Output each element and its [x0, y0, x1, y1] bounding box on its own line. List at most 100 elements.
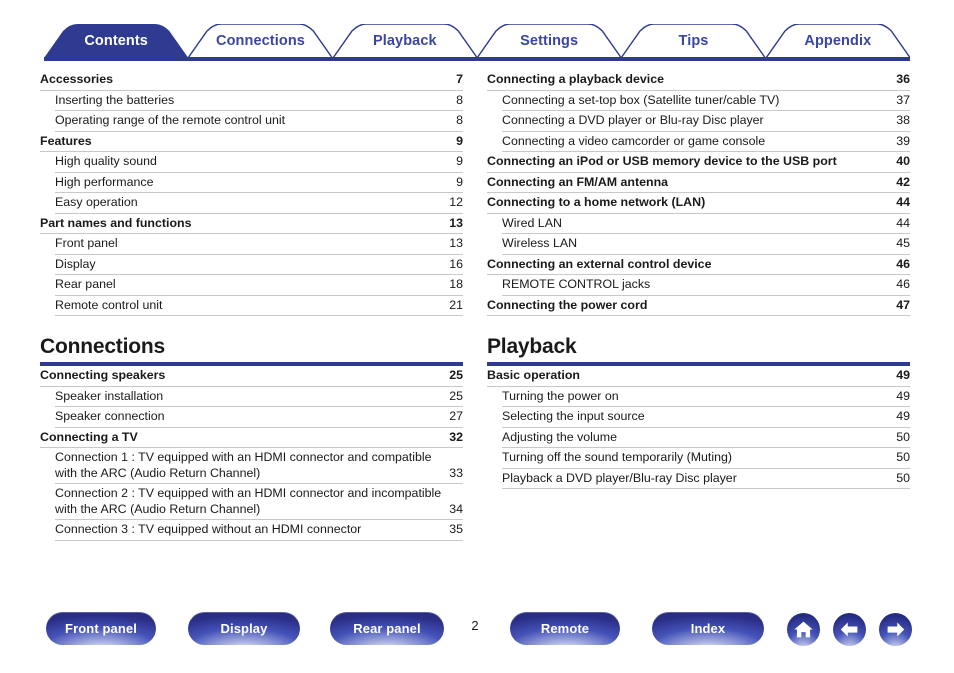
toc-row[interactable]: Connecting a TV 32	[40, 428, 463, 448]
toc-entry-title: Part names and functions	[40, 215, 192, 230]
toc-row[interactable]: Rear panel 18	[55, 275, 463, 296]
tab-settings[interactable]: Settings	[477, 24, 621, 58]
toc-entry-page: 13	[449, 215, 463, 230]
toc-entry-title: Features	[40, 133, 92, 148]
toc-entry-title: High quality sound	[55, 154, 157, 168]
tab-playback[interactable]: Playback	[332, 24, 477, 58]
toc-row[interactable]: Playback a DVD player/Blu-ray Disc playe…	[502, 469, 910, 489]
toc-entry-page: 13	[449, 236, 463, 250]
toc-entry-page: 36	[896, 72, 910, 86]
toc-entry-title: Basic operation	[487, 368, 580, 382]
toc-entry-page: 46	[896, 277, 910, 291]
toc-row[interactable]: Wireless LAN 45	[502, 234, 910, 255]
toc-entry-page: 25	[449, 388, 463, 403]
tab-connections[interactable]: Connections	[188, 24, 332, 58]
toc-row[interactable]: Wired LAN 44	[502, 214, 910, 234]
toc-row[interactable]: Connecting a set-top box (Satellite tune…	[502, 91, 910, 111]
toc-row[interactable]: Speaker installation 25	[55, 387, 463, 407]
remote-button-label: Remote	[540, 621, 590, 636]
index-button[interactable]: Index	[652, 612, 764, 645]
tab-label: Connections	[216, 33, 305, 49]
toc-row[interactable]: Connecting an FM/AM antenna 42	[487, 173, 910, 193]
tab-appendix[interactable]: Appendix	[765, 24, 910, 58]
tab-tips[interactable]: Tips	[621, 24, 765, 58]
toc-row[interactable]: Connecting the power cord 47	[487, 296, 910, 316]
toc-row[interactable]: Easy operation 12	[55, 193, 463, 214]
remote-button[interactable]: Remote	[510, 612, 620, 645]
toc-entry-title: Selecting the input source	[502, 409, 645, 423]
toc-entry-page: 45	[896, 236, 910, 250]
footer-navigation: 2 Front panel Display Rear panel Remote Inde…	[0, 612, 954, 673]
toc-row[interactable]: Turning the power on 49	[502, 387, 910, 407]
toc-entry-page: 38	[896, 113, 910, 127]
toc-row[interactable]: Part names and functions 13	[40, 214, 463, 234]
toc-row[interactable]: Operating range of the remote control un…	[55, 111, 463, 132]
toc-entry-title: Connecting a playback device	[487, 72, 664, 86]
toc-row[interactable]: Front panel 13	[55, 234, 463, 255]
toc-entry-title: Wireless LAN	[502, 236, 578, 250]
toc-row[interactable]: Selecting the input source 49	[502, 407, 910, 428]
toc-row[interactable]: Connection 1 : TV equipped with an HDMI …	[55, 448, 463, 484]
toc-row[interactable]: High quality sound 9	[55, 152, 463, 173]
arrow-left-button[interactable]	[833, 613, 866, 646]
tab-label: Settings	[520, 33, 579, 49]
toc-entry-page: 8	[456, 113, 463, 127]
toc-row[interactable]: High performance 9	[55, 173, 463, 193]
toc-row[interactable]: Accessories 7	[40, 70, 463, 91]
display-button[interactable]: Display	[188, 612, 300, 645]
toc-row[interactable]: Connecting a video camcorder or game con…	[502, 132, 910, 152]
toc-row[interactable]: Display 16	[55, 255, 463, 275]
toc-entry-title: Rear panel	[55, 277, 116, 291]
toc-row[interactable]: Basic operation 49	[487, 366, 910, 387]
index-button-label: Index	[690, 621, 726, 636]
toc-entry-title: Connecting a TV	[40, 429, 138, 444]
toc-row[interactable]: Features 9	[40, 132, 463, 152]
toc-row[interactable]: Connecting a DVD player or Blu-ray Disc …	[502, 111, 910, 132]
home-button[interactable]	[787, 613, 820, 646]
toc-group: Basic operation 49 Turning the power on 49 S…	[487, 366, 910, 489]
toc-row[interactable]: Remote control unit 21	[55, 296, 463, 316]
toc-row[interactable]: Connecting to a home network (LAN) 44	[487, 193, 910, 214]
toc-entry-page: 25	[449, 368, 463, 382]
toc-entry-title: Inserting the batteries	[55, 92, 175, 107]
toc-entry-title: Connecting a video camcorder or game con…	[502, 133, 766, 148]
toc-entry-title: Operating range of the remote control un…	[55, 113, 286, 127]
arrow-right-button[interactable]	[879, 613, 912, 646]
toc-entry-title: REMOTE CONTROL jacks	[502, 277, 651, 291]
toc-entry-page: 9	[456, 174, 463, 189]
toc-entry-title: Front panel	[55, 236, 118, 250]
toc-entry-page: 12	[449, 195, 463, 209]
toc-entry-page: 44	[896, 195, 910, 209]
toc-row[interactable]: Connecting a playback device 36	[487, 70, 910, 91]
toc-row[interactable]: Adjusting the volume 50	[502, 428, 910, 448]
toc-entry-page: 49	[896, 388, 910, 403]
toc-row[interactable]: Connection 3 : TV equipped without an HD…	[55, 520, 463, 541]
toc-entry-page: 34	[449, 501, 463, 516]
toc-entry-page: 47	[896, 297, 910, 312]
toc-row[interactable]: REMOTE CONTROL jacks 46	[502, 275, 910, 296]
toc-entry-title: Speaker installation	[55, 388, 164, 403]
toc-entry-title: Connecting the power cord	[487, 297, 648, 312]
toc-row[interactable]: Connection 2 : TV equipped with an HDMI …	[55, 484, 463, 520]
toc-entry-page: 7	[456, 72, 463, 86]
front-panel-button[interactable]: Front panel	[46, 612, 156, 645]
toc-row[interactable]: Connecting an external control device 46	[487, 255, 910, 275]
rear-panel-button[interactable]: Rear panel	[330, 612, 444, 645]
toc-entry-page: 33	[449, 465, 463, 480]
toc-entry-title: Turning off the sound temporarily (Mutin…	[502, 450, 733, 464]
toc-column-right: Connecting a playback device 36 Connecting…	[487, 70, 910, 489]
toc-row[interactable]: Inserting the batteries 8	[55, 91, 463, 111]
toc-column-left: Accessories 7 Inserting the batteries 8 Oper…	[40, 70, 463, 541]
toc-row[interactable]: Connecting speakers 25	[40, 366, 463, 387]
toc-entry-page: 37	[896, 92, 910, 107]
toc-row[interactable]: Connecting an iPod or USB memory device …	[487, 152, 910, 173]
arrow-left-icon	[840, 622, 858, 637]
arrow-right-icon	[887, 622, 905, 637]
toc-row[interactable]: Turning off the sound temporarily (Mutin…	[502, 448, 910, 469]
toc-entry-page: 21	[449, 297, 463, 312]
tab-contents[interactable]: Contents	[44, 24, 189, 58]
page-number: 2	[471, 618, 479, 633]
section-heading: Playback	[487, 335, 577, 358]
toc-entry-title: High performance	[55, 174, 154, 189]
toc-row[interactable]: Speaker connection 27	[55, 407, 463, 428]
